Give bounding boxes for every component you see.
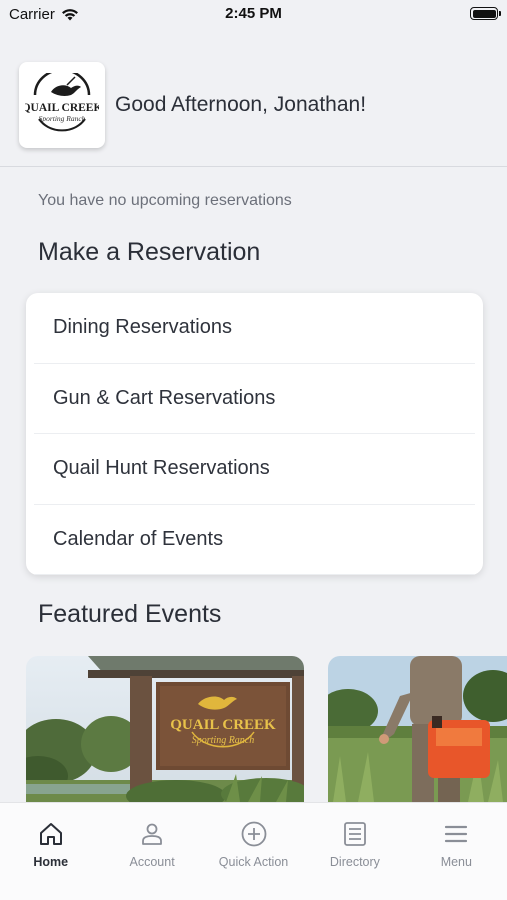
greeting: Good Afternoon, Jonathan! — [115, 93, 367, 116]
make-reservation-title: Make a Reservation — [38, 238, 261, 266]
tab-label: Menu — [440, 855, 472, 869]
logo-title: QUAIL CREEK — [25, 102, 99, 114]
status-bar: Carrier 2:45 PM — [0, 0, 507, 30]
home-icon — [39, 823, 62, 845]
tab-account[interactable]: Account — [101, 803, 202, 900]
quail-hunt-reservations-item[interactable]: Quail Hunt Reservations — [34, 434, 475, 505]
no-reservations-message: You have no upcoming reservations — [38, 192, 292, 209]
item-label: Gun & Cart Reservations — [53, 386, 276, 409]
directory-icon — [344, 822, 366, 846]
battery-icon — [470, 7, 501, 20]
calendar-of-events-item[interactable]: Calendar of Events — [34, 505, 475, 575]
tab-label: Directory — [329, 855, 380, 869]
club-logo[interactable]: QUAIL CREEK Sporting Ranch — [19, 62, 105, 148]
hamburger-icon — [445, 825, 468, 843]
sign-title: QUAIL CREEK — [170, 717, 276, 733]
person-icon — [142, 823, 163, 845]
tab-home[interactable]: Home — [0, 803, 101, 900]
item-label: Calendar of Events — [53, 527, 224, 550]
header-divider — [0, 166, 507, 167]
item-label: Quail Hunt Reservations — [53, 457, 270, 480]
tab-quick-action[interactable]: Quick Action — [203, 803, 304, 900]
quail-creek-logo: QUAIL CREEK Sporting Ranch — [25, 73, 99, 132]
logo-subtitle: Sporting Ranch — [39, 114, 86, 123]
tab-label: Account — [129, 855, 175, 869]
clock: 2:45 PM — [225, 5, 282, 22]
reservation-options-card: Dining Reservations Gun & Cart Reservati… — [26, 293, 483, 575]
tab-bar: Home Account Quick Action Directory Menu — [0, 802, 507, 900]
featured-event-card[interactable] — [328, 656, 507, 802]
event-image-hunter — [328, 656, 507, 802]
featured-event-card[interactable]: QUAIL CREEK Sporting Ranch — [26, 656, 304, 802]
tab-menu[interactable]: Menu — [406, 803, 507, 900]
gun-cart-reservations-item[interactable]: Gun & Cart Reservations — [34, 364, 475, 434]
featured-events-title: Featured Events — [38, 600, 222, 628]
plus-circle-icon — [241, 821, 266, 847]
event-image-ranch-sign: QUAIL CREEK Sporting Ranch — [26, 656, 304, 802]
header: QUAIL CREEK Sporting Ranch Good Afternoo… — [19, 62, 507, 148]
tab-label: Home — [33, 855, 69, 869]
dining-reservations-item[interactable]: Dining Reservations — [34, 293, 475, 364]
tab-label: Quick Action — [218, 855, 289, 869]
item-label: Dining Reservations — [53, 316, 232, 339]
tab-directory[interactable]: Directory — [304, 803, 405, 900]
